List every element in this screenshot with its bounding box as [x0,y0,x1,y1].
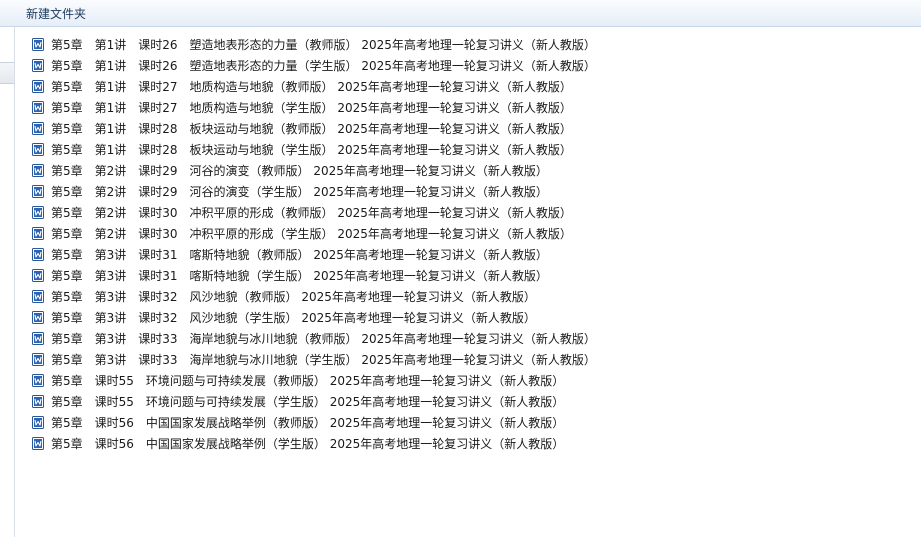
word-document-icon [32,80,44,93]
word-document-icon [32,164,44,177]
file-item[interactable]: 第5章 第3讲 课时33 海岸地貌与冰川地貌（教师版） 2025年高考地理一轮复… [32,328,596,349]
file-name: 第5章 第2讲 课时30 冲积平原的形成（学生版） 2025年高考地理一轮复习讲… [51,227,572,241]
file-item[interactable]: 第5章 第1讲 课时26 塑造地表形态的力量（教师版） 2025年高考地理一轮复… [32,34,596,55]
word-document-icon [32,353,44,366]
file-name: 第5章 第3讲 课时31 喀斯特地貌（教师版） 2025年高考地理一轮复习讲义（… [51,248,548,262]
word-document-icon [32,185,44,198]
file-item[interactable]: 第5章 第1讲 课时26 塑造地表形态的力量（学生版） 2025年高考地理一轮复… [32,55,596,76]
file-item[interactable]: 第5章 第1讲 课时27 地质构造与地貌（学生版） 2025年高考地理一轮复习讲… [32,97,596,118]
file-name: 第5章 第3讲 课时32 风沙地貌（教师版） 2025年高考地理一轮复习讲义（新… [51,290,536,304]
file-name: 第5章 第1讲 课时26 塑造地表形态的力量（教师版） 2025年高考地理一轮复… [51,38,596,52]
word-document-icon [32,269,44,282]
word-document-icon [32,206,44,219]
file-name: 第5章 第3讲 课时32 风沙地貌（学生版） 2025年高考地理一轮复习讲义（新… [51,311,536,325]
word-document-icon [32,227,44,240]
word-document-icon [32,38,44,51]
window-title: 新建文件夹 [26,7,87,21]
file-name: 第5章 第2讲 课时30 冲积平原的形成（教师版） 2025年高考地理一轮复习讲… [51,206,572,220]
file-item[interactable]: 第5章 课时55 环境问题与可持续发展（学生版） 2025年高考地理一轮复习讲义… [32,391,596,412]
file-item[interactable]: 第5章 第1讲 课时28 板块运动与地貌（教师版） 2025年高考地理一轮复习讲… [32,118,596,139]
word-document-icon [32,290,44,303]
file-list: 第5章 第1讲 课时26 塑造地表形态的力量（教师版） 2025年高考地理一轮复… [32,34,596,454]
file-name: 第5章 第2讲 课时29 河谷的演变（教师版） 2025年高考地理一轮复习讲义（… [51,164,548,178]
file-name: 第5章 第1讲 课时27 地质构造与地貌（教师版） 2025年高考地理一轮复习讲… [51,80,572,94]
file-item[interactable]: 第5章 课时56 中国国家发展战略举例（学生版） 2025年高考地理一轮复习讲义… [32,433,596,454]
word-document-icon [32,416,44,429]
file-item[interactable]: 第5章 第3讲 课时32 风沙地貌（教师版） 2025年高考地理一轮复习讲义（新… [32,286,596,307]
word-document-icon [32,332,44,345]
word-document-icon [32,311,44,324]
word-document-icon [32,101,44,114]
file-item[interactable]: 第5章 第3讲 课时31 喀斯特地貌（教师版） 2025年高考地理一轮复习讲义（… [32,244,596,265]
file-item[interactable]: 第5章 第2讲 课时30 冲积平原的形成（教师版） 2025年高考地理一轮复习讲… [32,202,596,223]
window-titlebar: 新建文件夹 [0,0,921,27]
file-item[interactable]: 第5章 第2讲 课时30 冲积平原的形成（学生版） 2025年高考地理一轮复习讲… [32,223,596,244]
file-item[interactable]: 第5章 第3讲 课时31 喀斯特地貌（学生版） 2025年高考地理一轮复习讲义（… [32,265,596,286]
file-item[interactable]: 第5章 第2讲 课时29 河谷的演变（教师版） 2025年高考地理一轮复习讲义（… [32,160,596,181]
file-name: 第5章 第1讲 课时28 板块运动与地貌（学生版） 2025年高考地理一轮复习讲… [51,143,572,157]
file-name: 第5章 课时55 环境问题与可持续发展（学生版） 2025年高考地理一轮复习讲义… [51,395,565,409]
file-name: 第5章 第1讲 课时27 地质构造与地貌（学生版） 2025年高考地理一轮复习讲… [51,101,572,115]
file-item[interactable]: 第5章 第3讲 课时33 海岸地貌与冰川地貌（学生版） 2025年高考地理一轮复… [32,349,596,370]
file-item[interactable]: 第5章 第1讲 课时28 板块运动与地貌（学生版） 2025年高考地理一轮复习讲… [32,139,596,160]
file-name: 第5章 第1讲 课时26 塑造地表形态的力量（学生版） 2025年高考地理一轮复… [51,59,596,73]
file-name: 第5章 第1讲 课时28 板块运动与地貌（教师版） 2025年高考地理一轮复习讲… [51,122,572,136]
word-document-icon [32,374,44,387]
word-document-icon [32,143,44,156]
file-name: 第5章 课时55 环境问题与可持续发展（教师版） 2025年高考地理一轮复习讲义… [51,374,565,388]
file-item[interactable]: 第5章 第3讲 课时32 风沙地貌（学生版） 2025年高考地理一轮复习讲义（新… [32,307,596,328]
file-name: 第5章 第3讲 课时31 喀斯特地貌（学生版） 2025年高考地理一轮复习讲义（… [51,269,548,283]
word-document-icon [32,59,44,72]
file-item[interactable]: 第5章 第1讲 课时27 地质构造与地貌（教师版） 2025年高考地理一轮复习讲… [32,76,596,97]
word-document-icon [32,437,44,450]
word-document-icon [32,122,44,135]
file-name: 第5章 第2讲 课时29 河谷的演变（学生版） 2025年高考地理一轮复习讲义（… [51,185,548,199]
word-document-icon [32,395,44,408]
file-name: 第5章 第3讲 课时33 海岸地貌与冰川地貌（学生版） 2025年高考地理一轮复… [51,353,596,367]
word-document-icon [32,248,44,261]
navigation-pane-tab[interactable] [0,62,14,84]
navigation-pane [0,27,15,537]
file-name: 第5章 课时56 中国国家发展战略举例（学生版） 2025年高考地理一轮复习讲义… [51,437,565,451]
file-item[interactable]: 第5章 课时56 中国国家发展战略举例（教师版） 2025年高考地理一轮复习讲义… [32,412,596,433]
file-item[interactable]: 第5章 课时55 环境问题与可持续发展（教师版） 2025年高考地理一轮复习讲义… [32,370,596,391]
file-name: 第5章 课时56 中国国家发展战略举例（教师版） 2025年高考地理一轮复习讲义… [51,416,565,430]
file-item[interactable]: 第5章 第2讲 课时29 河谷的演变（学生版） 2025年高考地理一轮复习讲义（… [32,181,596,202]
file-name: 第5章 第3讲 课时33 海岸地貌与冰川地貌（教师版） 2025年高考地理一轮复… [51,332,596,346]
